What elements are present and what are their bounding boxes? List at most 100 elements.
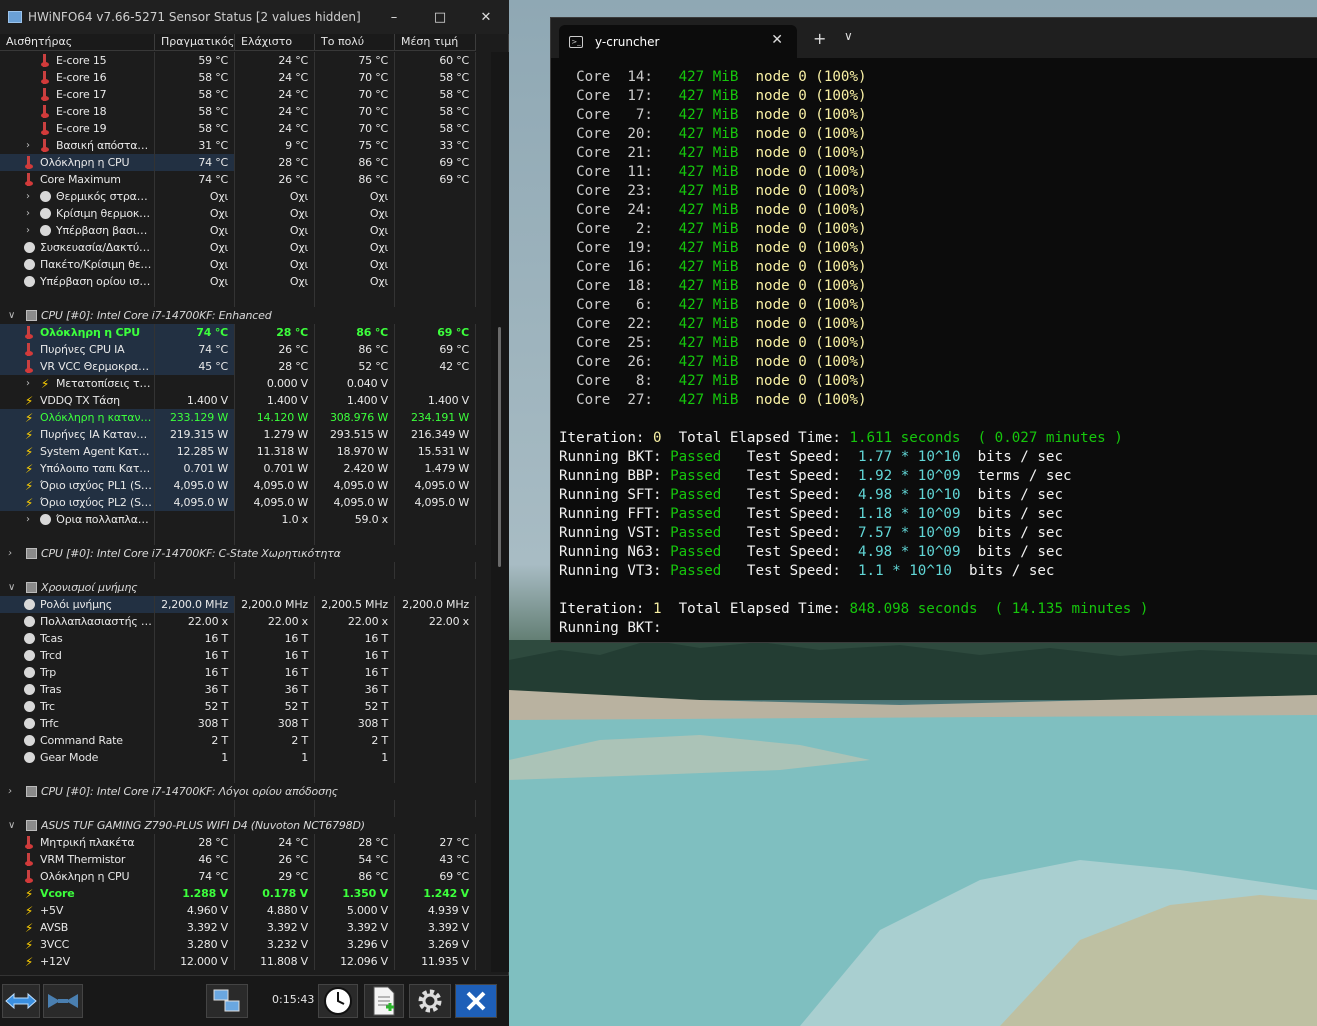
- sensor-group-row[interactable]: › CPU [#0]: Intel Core i7-14700KF: C-Stat…: [0, 545, 476, 562]
- sensor-row[interactable]: VR VCC Θερμοκρασί... 45 °C 28 °C 52 °C 42 °C: [0, 358, 476, 375]
- sensor-row[interactable]: Ρολόι μνήμης 2,200.0 MHz 2,200.0 MHz 2,200.…: [0, 596, 476, 613]
- sensor-row[interactable]: ⚡ Ολόκληρη η κατανά... 233.129 W 14.120 W 30…: [0, 409, 476, 426]
- sensor-name-cell[interactable]: › Όρια πολλαπλασι...: [0, 511, 155, 528]
- sensor-name-cell[interactable]: Trp: [0, 664, 155, 681]
- sensor-name-cell[interactable]: › Κρίσιμη θερμοκρ...: [0, 205, 155, 222]
- sensor-name-cell[interactable]: E-core 17: [0, 86, 155, 103]
- sensor-row[interactable]: › Υπέρβαση βασικο... Οχι Οχι Οχι: [0, 222, 476, 239]
- sensor-name-cell[interactable]: ⚡ +5V: [0, 902, 155, 919]
- sensor-name-cell[interactable]: E-core 18: [0, 103, 155, 120]
- sensor-row[interactable]: Ολόκληρη η CPU 74 °C 28 °C 86 °C 69 °C: [0, 154, 476, 171]
- sensor-row[interactable]: ⚡ Όριο ισχύος PL1 (St... 4,095.0 W 4,095.0 …: [0, 477, 476, 494]
- sensor-row[interactable]: Gear Mode 1 1 1: [0, 749, 476, 766]
- tab-y-cruncher[interactable]: >_ y-cruncher ✕: [559, 25, 797, 58]
- tab-close-icon[interactable]: ✕: [771, 32, 783, 48]
- sensor-name-cell[interactable]: E-core 16: [0, 69, 155, 86]
- sensor-row[interactable]: Ολόκληρη η CPU 74 °C 28 °C 86 °C 69 °C: [0, 324, 476, 341]
- chevron-right-icon[interactable]: ›: [8, 783, 12, 800]
- sensor-name-cell[interactable]: › Υπέρβαση βασικο...: [0, 222, 155, 239]
- sensor-row[interactable]: E-core 17 58 °C 24 °C 70 °C 58 °C: [0, 86, 476, 103]
- chevron-right-icon[interactable]: ›: [26, 205, 30, 222]
- sensor-name-cell[interactable]: ⚡ +12V: [0, 953, 155, 970]
- sensor-name-cell[interactable]: ⚡ System Agent Καταν...: [0, 443, 155, 460]
- sensor-row[interactable]: ⚡ VDDQ TX Τάση 1.400 V 1.400 V 1.400 V 1.400 …: [0, 392, 476, 409]
- sensor-row[interactable]: ⚡ Vcore 1.288 V 0.178 V 1.350 V 1.242 V: [0, 885, 476, 902]
- sensor-name-cell[interactable]: E-core 19: [0, 120, 155, 137]
- chevron-right-icon[interactable]: ›: [8, 545, 12, 562]
- close-button[interactable]: ✕: [463, 0, 509, 34]
- sensor-name-cell[interactable]: Συσκευασία/Δακτύλι...: [0, 239, 155, 256]
- sensor-name-cell[interactable]: › Θερμικός στραγγ...: [0, 188, 155, 205]
- sensor-row[interactable]: ⚡ +12V 12.000 V 11.808 V 12.096 V 11.935 V: [0, 953, 476, 970]
- sensor-name-cell[interactable]: › Βασική απόσταση...: [0, 137, 155, 154]
- expand-arrows-button[interactable]: [2, 984, 40, 1018]
- sensor-row[interactable]: E-core 18 58 °C 24 °C 70 °C 58 °C: [0, 103, 476, 120]
- sensor-row[interactable]: ⚡ Όριο ισχύος PL2 (St... 4,095.0 W 4,095.0 …: [0, 494, 476, 511]
- column-maximum[interactable]: Το πολύ: [315, 34, 395, 50]
- minimize-button[interactable]: –: [371, 0, 417, 34]
- sensor-name-cell[interactable]: Ολόκληρη η CPU: [0, 324, 155, 341]
- hwinfo-titlebar[interactable]: HWiNFO64 v7.66-5271 Sensor Status [2 val…: [0, 0, 509, 34]
- sensor-group-row[interactable]: › CPU [#0]: Intel Core i7-14700KF: Λόγοι …: [0, 783, 476, 800]
- chevron-right-icon[interactable]: ›: [26, 188, 30, 205]
- sensor-name-cell[interactable]: Gear Mode: [0, 749, 155, 766]
- sensor-row[interactable]: E-core 15 59 °C 24 °C 75 °C 60 °C: [0, 52, 476, 69]
- sensor-row[interactable]: Μητρική πλακέτα 28 °C 24 °C 28 °C 27 °C: [0, 834, 476, 851]
- sensor-name-cell[interactable]: VRM Thermistor: [0, 851, 155, 868]
- sensor-row[interactable]: ⚡ Υπόλοιπο ταπι Καταν... 0.701 W 0.701 W 2.4…: [0, 460, 476, 477]
- sensor-name-cell[interactable]: Υπέρβαση ορίου ισχύ...: [0, 273, 155, 290]
- sensor-row[interactable]: › Όρια πολλαπλασι... 1.0 x 59.0 x: [0, 511, 476, 528]
- sensor-row[interactable]: Core Maximum 74 °C 26 °C 86 °C 69 °C: [0, 171, 476, 188]
- sensor-row[interactable]: ⚡ +5V 4.960 V 4.880 V 5.000 V 4.939 V: [0, 902, 476, 919]
- chevron-right-icon[interactable]: ›: [26, 222, 30, 239]
- sensor-name-cell[interactable]: ⚡ Όριο ισχύος PL1 (St...: [0, 477, 155, 494]
- sensor-row[interactable]: › Βασική απόσταση... 31 °C 9 °C 75 °C 33 °C: [0, 137, 476, 154]
- sensor-row[interactable]: Συσκευασία/Δακτύλι... Οχι Οχι Οχι: [0, 239, 476, 256]
- sensor-row[interactable]: Trfc 308 T 308 T 308 T: [0, 715, 476, 732]
- scrollbar[interactable]: [491, 52, 509, 972]
- chevron-right-icon[interactable]: ›: [26, 511, 30, 528]
- sensor-row[interactable]: E-core 16 58 °C 24 °C 70 °C 58 °C: [0, 69, 476, 86]
- sensor-name-cell[interactable]: Tcas: [0, 630, 155, 647]
- sensor-name-cell[interactable]: Tras: [0, 681, 155, 698]
- sensor-row[interactable]: ⚡ AVSB 3.392 V 3.392 V 3.392 V 3.392 V: [0, 919, 476, 936]
- network-icon-button[interactable]: [206, 984, 248, 1018]
- chevron-down-icon[interactable]: ∨: [844, 29, 853, 43]
- sensor-name-cell[interactable]: › ⚡ Μετατοπίσεις τάσης: [0, 375, 155, 392]
- sensor-row[interactable]: ⚡ 3VCC 3.280 V 3.232 V 3.296 V 3.269 V: [0, 936, 476, 953]
- sensor-name-cell[interactable]: ⚡ Vcore: [0, 885, 155, 902]
- sensor-name-cell[interactable]: Πυρήνες CPU IA: [0, 341, 155, 358]
- column-sensor[interactable]: Αισθητήρας: [0, 34, 155, 50]
- sensor-row[interactable]: Tcas 16 T 16 T 16 T: [0, 630, 476, 647]
- scrollbar-thumb[interactable]: [498, 327, 501, 567]
- sensor-name-cell[interactable]: ⚡ VDDQ TX Τάση: [0, 392, 155, 409]
- sensor-name-cell[interactable]: ⚡ Πυρήνες IA Κατανάλ...: [0, 426, 155, 443]
- sensor-name-cell[interactable]: Μητρική πλακέτα: [0, 834, 155, 851]
- column-minimum[interactable]: Ελάχιστο: [235, 34, 315, 50]
- sensor-name-cell[interactable]: Ολόκληρη η CPU: [0, 154, 155, 171]
- sensor-name-cell[interactable]: Command Rate: [0, 732, 155, 749]
- chevron-right-icon[interactable]: ›: [26, 137, 30, 154]
- sensor-name-cell[interactable]: VR VCC Θερμοκρασί...: [0, 358, 155, 375]
- sensor-row[interactable]: › Κρίσιμη θερμοκρ... Οχι Οχι Οχι: [0, 205, 476, 222]
- sensor-row[interactable]: › ⚡ Μετατοπίσεις τάσης 0.000 V0.040 V: [0, 375, 476, 392]
- chevron-down-icon[interactable]: ∨: [8, 307, 15, 324]
- sensor-row[interactable]: Πολλαπλασιαστής ρ... 22.00 x 22.00 x 22.00 …: [0, 613, 476, 630]
- sensor-row[interactable]: VRM Thermistor 46 °C 26 °C 54 °C 43 °C: [0, 851, 476, 868]
- chevron-right-icon[interactable]: ›: [26, 375, 30, 392]
- sensor-name-cell[interactable]: Trcd: [0, 647, 155, 664]
- sensor-name-cell[interactable]: Trc: [0, 698, 155, 715]
- sensor-name-cell[interactable]: Πολλαπλασιαστής ρ...: [0, 613, 155, 630]
- sensor-row[interactable]: Trc 52 T 52 T 52 T: [0, 698, 476, 715]
- sensor-group-row[interactable]: ∨ Χρονισμοί μνήμης: [0, 579, 476, 596]
- sensor-group-row[interactable]: ∨ CPU [#0]: Intel Core i7-14700KF: Enhanc…: [0, 307, 476, 324]
- sensor-name-cell[interactable]: ⚡ AVSB: [0, 919, 155, 936]
- column-average[interactable]: Μέση τιμή: [395, 34, 476, 50]
- sensor-name-cell[interactable]: ⚡ Ολόκληρη η κατανά...: [0, 409, 155, 426]
- chevron-down-icon[interactable]: ∨: [8, 579, 15, 596]
- collapse-arrows-button[interactable]: [43, 984, 83, 1018]
- maximize-button[interactable]: □: [417, 0, 463, 34]
- sensor-name-cell[interactable]: Πακέτο/Κρίσιμη θερμ...: [0, 256, 155, 273]
- sensor-row[interactable]: › Θερμικός στραγγ... Οχι Οχι Οχι: [0, 188, 476, 205]
- clock-icon-button[interactable]: [318, 984, 358, 1018]
